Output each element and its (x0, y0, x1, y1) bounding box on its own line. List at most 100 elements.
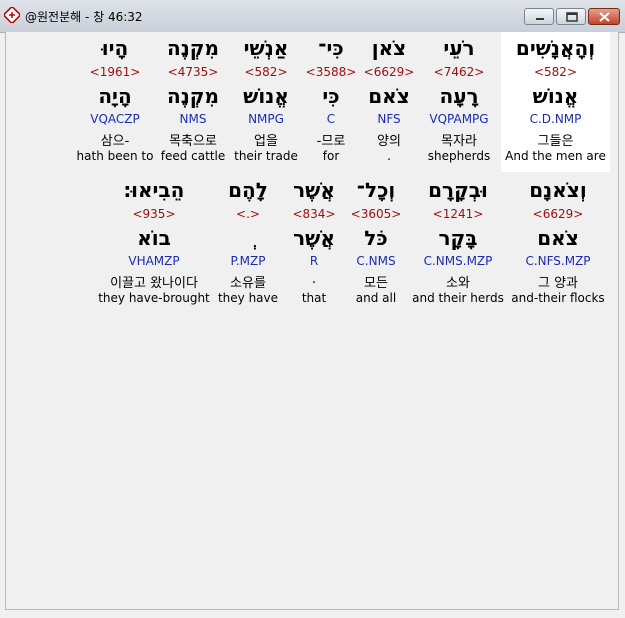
parse-code: NMS (179, 112, 207, 126)
english-gloss: they have (217, 291, 279, 305)
word-block[interactable]: וְהָאֲנָשִׁים <582> אֱנוֹשׁ C.D.NMP 그들은 … (501, 32, 610, 172)
word-block[interactable]: כִּי־ <3588> כִּי C -므로 for (304, 32, 358, 172)
english-gloss: shepherds (427, 149, 491, 163)
english-gloss: their trade (234, 149, 298, 163)
parse-code: VQACZP (90, 112, 140, 126)
root-word: כִּי (322, 84, 340, 108)
app-window: @원전분해 - 창 46:32 וְהָאֲנָשִׁים <582> אֱנו… (0, 0, 625, 618)
korean-gloss: 삼으- (100, 134, 130, 149)
parse-code: C.NFS.MZP (525, 254, 591, 268)
english-gloss: they have-brought (98, 291, 210, 305)
word-block[interactable]: צֹאן <6629> צֹאם NFS 양의 . (361, 32, 417, 172)
root-word: רָעָה (439, 84, 479, 108)
word-block[interactable]: אֲשֶׁר <834> אֲשֶׁר R . that (286, 174, 342, 314)
strong-number: <6629> (532, 207, 584, 221)
english-gloss: . (387, 149, 391, 163)
parse-code: C.NMS.MZP (423, 254, 493, 268)
root-word: אֱנוֹשׁ (243, 84, 289, 108)
close-icon (599, 12, 610, 22)
parse-code: C (326, 112, 336, 126)
close-button[interactable] (588, 8, 620, 25)
strong-number: <1241> (432, 207, 484, 221)
korean-gloss: 업을 (254, 134, 278, 149)
strong-number: <1961> (89, 65, 141, 79)
minimize-icon (536, 18, 544, 20)
word-block[interactable]: וְכָל־ <3605> כֹּל C.NMS 모든 and all (349, 174, 403, 314)
english-gloss: that (301, 291, 327, 305)
word-block[interactable]: מִקְנֶה <4735> מִקְנֶה NMS 목축으로 feed cat… (158, 32, 228, 172)
strong-number: <4735> (167, 65, 219, 79)
strong-number: <6629> (363, 65, 415, 79)
hebrew-word: מִקְנֶה (166, 36, 219, 60)
hebrew-word: הָיוּ (101, 36, 129, 60)
root-word: צֹאם (537, 226, 579, 250)
hebrew-word: וְהָאֲנָשִׁים (515, 36, 596, 60)
minimize-button[interactable] (524, 8, 554, 25)
window-title: @원전분해 - 창 46:32 (25, 10, 143, 24)
korean-gloss: 그들은 (537, 134, 574, 149)
parse-code: C.NMS (356, 254, 396, 268)
english-gloss: And the men are (505, 149, 606, 163)
english-gloss: and their herds (412, 291, 504, 305)
strong-number: <3605> (350, 207, 402, 221)
strong-number: <7462> (433, 65, 485, 79)
hebrew-word: צֹאן (371, 36, 407, 60)
hebrew-word: לָהֶם (228, 178, 268, 202)
word-block[interactable]: וּבְקָרָם <1241> בָּקָר C.NMS.MZP 소와 and… (411, 174, 505, 314)
interlinear-panel: וְהָאֲנָשִׁים <582> אֱנוֹשׁ C.D.NMP 그들은 … (5, 32, 619, 610)
parse-code: VHAMZP (128, 254, 180, 268)
root-word: מִקְנֶה (166, 84, 219, 108)
korean-gloss: 목자라 (441, 134, 477, 149)
strong-number: <834> (292, 207, 336, 221)
strong-number: <.> (236, 207, 260, 221)
korean-gloss: -므로 (316, 134, 346, 149)
korean-gloss: 소유를 (230, 276, 266, 291)
korean-gloss: 목축으로 (169, 134, 217, 149)
english-gloss: and all (355, 291, 397, 305)
word-block[interactable]: לָהֶם <.> ְ P.MZP 소유를 they have (216, 174, 280, 314)
strong-number: <935> (132, 207, 176, 221)
strong-number: <582> (533, 65, 577, 79)
hebrew-word: וְכָל־ (356, 178, 396, 202)
english-gloss: hath been to (76, 149, 154, 163)
parse-code: C.D.NMP (529, 112, 582, 126)
root-word: בָּקָר (438, 226, 478, 250)
korean-gloss: 양의 (377, 134, 401, 149)
title-bar[interactable]: @원전분해 - 창 46:32 (0, 0, 625, 33)
korean-gloss: 그 양과 (537, 276, 578, 291)
word-block[interactable]: וְצֹאנָם <6629> צֹאם C.NFS.MZP 그 양과 and-… (511, 174, 605, 314)
hebrew-word: רֹעֵי (443, 36, 475, 60)
app-book-icon (3, 6, 21, 24)
korean-gloss: 소와 (446, 276, 470, 291)
strong-number: <3588> (305, 65, 357, 79)
english-gloss: for (322, 149, 340, 163)
root-word: הָיָה (98, 84, 132, 108)
root-word: אֱנוֹשׁ (532, 84, 579, 108)
hebrew-word: וּבְקָרָם (428, 178, 488, 202)
hebrew-word: אֲשֶׁר (293, 178, 335, 202)
hebrew-word: כִּי־ (318, 36, 344, 60)
word-block[interactable]: הָיוּ <1961> הָיָה VQACZP 삼으- hath been … (76, 32, 154, 172)
korean-gloss: 모든 (364, 276, 388, 291)
hebrew-word: אַנְשֵׁי (243, 36, 289, 60)
korean-gloss: 이끌고 왔나이다 (110, 276, 198, 291)
root-word: כֹּל (364, 226, 388, 250)
english-gloss: and-their flocks (511, 291, 605, 305)
parse-code: R (309, 254, 319, 268)
root-word: אֲשֶׁר (293, 226, 335, 250)
parse-code: NFS (377, 112, 401, 126)
word-block[interactable]: אַנְשֵׁי <582> אֱנוֹשׁ NMPG 업을 their tra… (232, 32, 300, 172)
word-block[interactable]: הֵבִיאוּ׃ <935> בוֹא VHAMZP 이끌고 왔나이다 the… (98, 174, 210, 314)
korean-gloss: . (311, 272, 317, 287)
parse-code: NMPG (248, 112, 284, 126)
english-gloss: feed cattle (160, 149, 226, 163)
maximize-button[interactable] (556, 8, 586, 25)
root-word: צֹאם (368, 84, 410, 108)
hebrew-word: וְצֹאנָם (529, 178, 587, 202)
maximize-icon (566, 12, 578, 22)
strong-number: <582> (244, 65, 288, 79)
word-block[interactable]: רֹעֵי <7462> רָעָה VQPAMPG 목자라 shepherds (421, 32, 497, 172)
root-word: ְ (216, 226, 280, 250)
root-word: בוֹא (137, 226, 171, 250)
hebrew-word: הֵבִיאוּ׃ (123, 178, 185, 202)
